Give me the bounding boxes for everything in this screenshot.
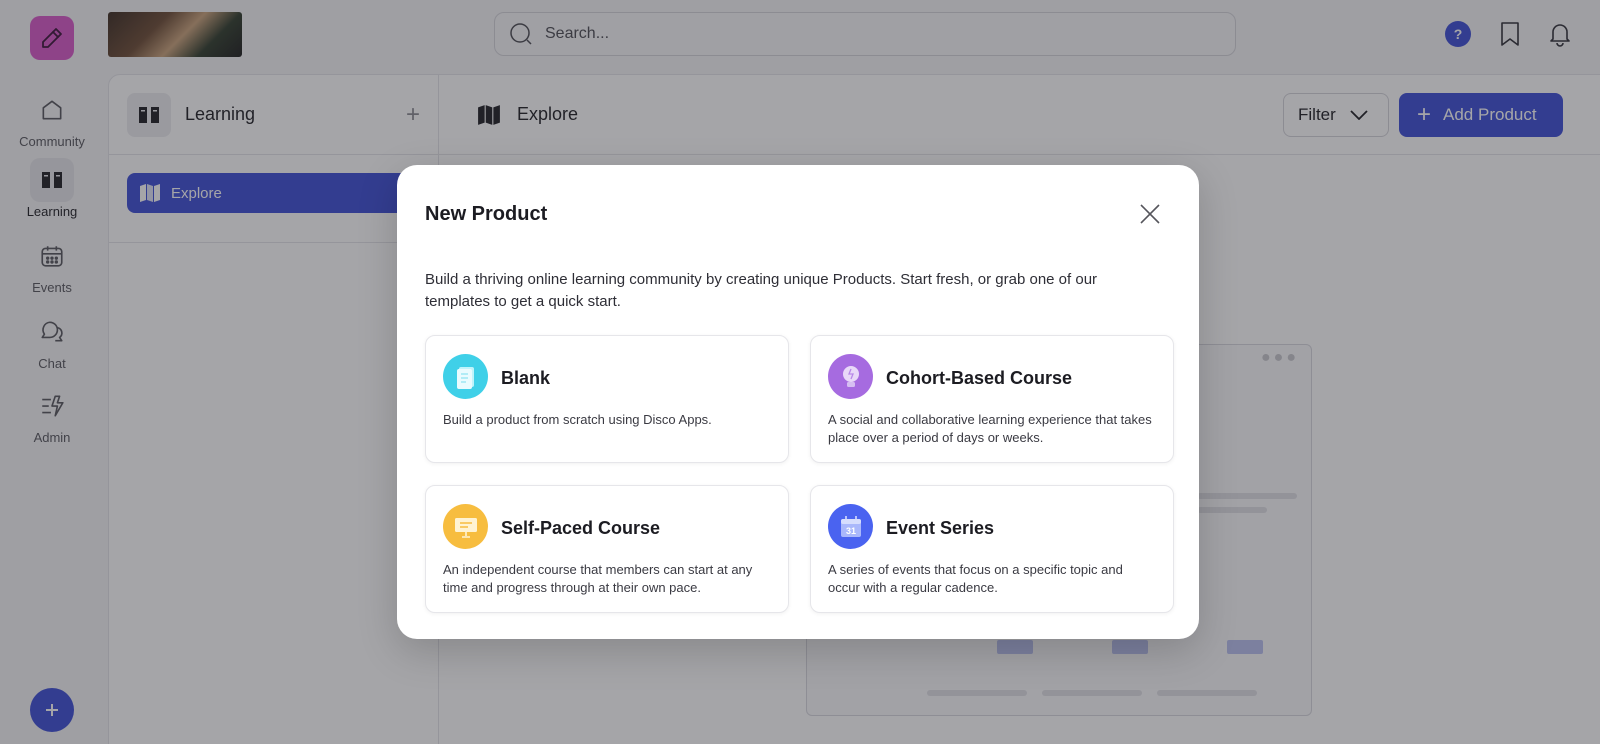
document-icon bbox=[443, 354, 488, 399]
card-description: Build a product from scratch using Disco… bbox=[443, 412, 712, 427]
lightbulb-icon bbox=[828, 354, 873, 399]
template-card-cohort-based-course[interactable]: Cohort-Based Course A social and collabo… bbox=[810, 335, 1174, 463]
card-description: An independent course that members can s… bbox=[443, 562, 753, 595]
template-card-blank[interactable]: Blank Build a product from scratch using… bbox=[425, 335, 789, 463]
modal-description: Build a thriving online learning communi… bbox=[425, 271, 1098, 310]
template-card-self-paced-course[interactable]: Self-Paced Course An independent course … bbox=[425, 485, 789, 613]
card-description: A series of events that focus on a speci… bbox=[828, 562, 1123, 595]
modal-title: New Product bbox=[425, 203, 548, 225]
card-title: Event Series bbox=[886, 518, 995, 538]
card-title: Cohort-Based Course bbox=[886, 368, 1073, 388]
calendar-day-number: 31 bbox=[845, 526, 855, 536]
calendar-31-icon: 31 bbox=[828, 504, 873, 549]
close-button[interactable] bbox=[1137, 201, 1163, 227]
card-title: Self-Paced Course bbox=[501, 518, 661, 538]
presentation-icon bbox=[443, 504, 488, 549]
template-card-event-series[interactable]: 31 Event Series A series of events that … bbox=[810, 485, 1174, 613]
new-product-modal: New Product Build a thriving online lear… bbox=[397, 165, 1199, 639]
close-icon bbox=[1140, 204, 1160, 224]
card-description: A social and collaborative learning expe… bbox=[828, 412, 1152, 445]
card-title: Blank bbox=[501, 368, 551, 388]
